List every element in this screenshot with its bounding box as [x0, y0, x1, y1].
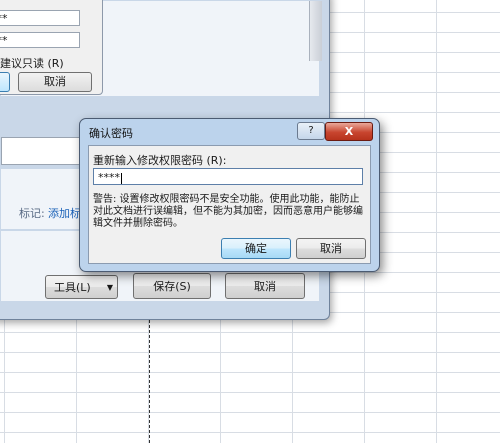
cancel-button[interactable]: 取消: [225, 273, 305, 299]
save-button[interactable]: 保存(S): [133, 273, 211, 299]
page-break-line: [149, 315, 150, 443]
password-value: ****: [98, 171, 120, 184]
dropdown-arrow-icon: ▼: [106, 283, 113, 292]
modify-password-field[interactable]: ***: [0, 32, 80, 48]
confirm-cancel-button[interactable]: 取消: [296, 238, 366, 259]
confirm-password-dialog: 确认密码 ? X 重新输入修改权限密码 (R): **** 警告: 设置修改权限…: [79, 118, 380, 272]
scrollbar[interactable]: [309, 1, 322, 61]
dialog-body: 重新输入修改权限密码 (R): **** 警告: 设置修改权限密码不是安全功能。…: [88, 145, 371, 264]
tools-button[interactable]: 工具(L) ▼: [45, 275, 118, 299]
text-caret: [121, 172, 122, 184]
dialog-title: 确认密码: [89, 127, 133, 140]
read-only-label: 建议只读 (R): [0, 57, 64, 70]
password-input[interactable]: ****: [93, 168, 363, 185]
close-button[interactable]: X: [325, 122, 373, 141]
reenter-password-label: 重新输入修改权限密码 (R):: [93, 154, 227, 167]
general-options-dialog: *** *** 建议只读 (R) 取消: [0, 0, 103, 95]
open-password-field[interactable]: ***: [0, 10, 80, 26]
general-options-ok-button[interactable]: [0, 72, 10, 92]
ok-button[interactable]: 确定: [221, 238, 291, 259]
help-button[interactable]: ?: [297, 122, 325, 140]
read-only-row[interactable]: 建议只读 (R): [0, 55, 64, 71]
tags-label: 标记:: [19, 207, 45, 220]
tools-button-label: 工具(L): [54, 281, 91, 294]
warning-text: 警告: 设置修改权限密码不是安全功能。使用此功能，能防止对此文档进行误编辑，但不…: [93, 194, 363, 229]
general-options-cancel-button[interactable]: 取消: [18, 72, 92, 92]
add-tag-link[interactable]: 添加标: [48, 205, 82, 221]
